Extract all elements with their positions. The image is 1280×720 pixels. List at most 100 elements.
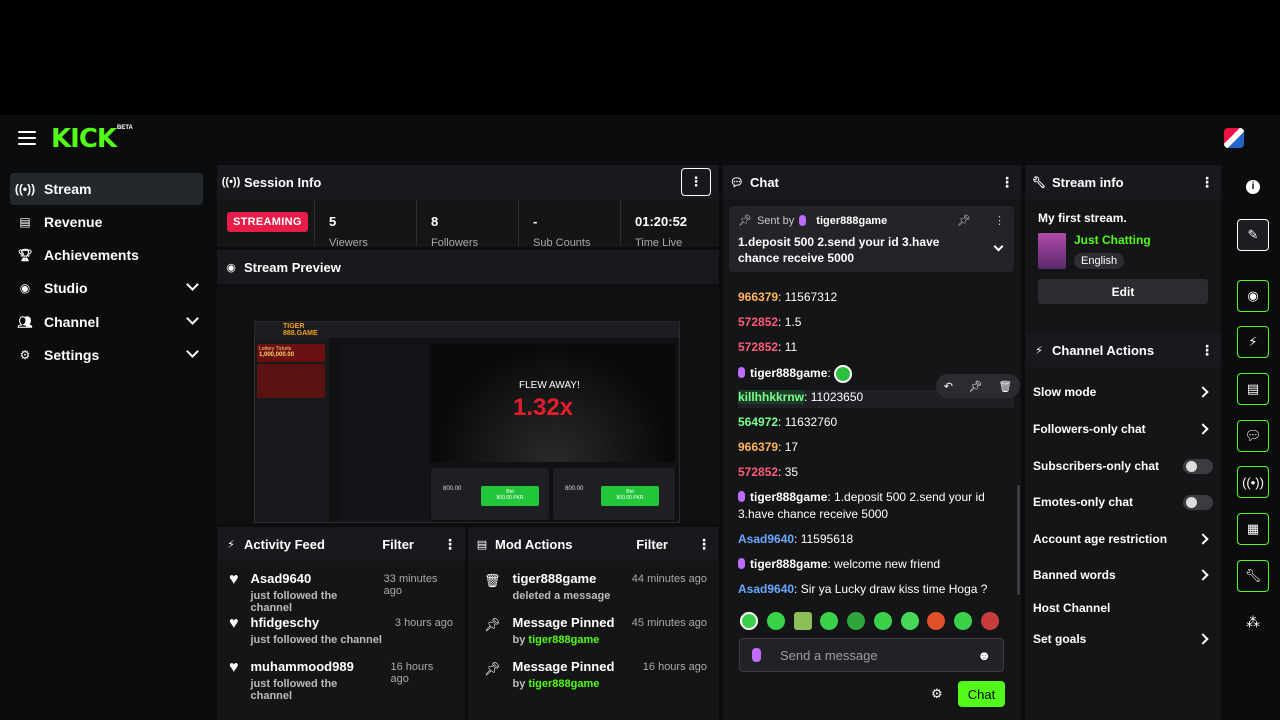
- edit-stream-button[interactable]: Edit: [1038, 279, 1208, 304]
- pin-icon[interactable]: 📌︎: [969, 380, 983, 393]
- stream-info-header: 🔧︎ Stream info ⋮: [1025, 165, 1221, 199]
- trash-icon[interactable]: 🗑︎: [998, 380, 1012, 393]
- filter-button[interactable]: Filter: [636, 537, 668, 552]
- mic-icon[interactable]: [752, 648, 761, 662]
- emote-icon[interactable]: [927, 612, 946, 630]
- emote-icon[interactable]: [900, 612, 919, 630]
- chat-scrollbar[interactable]: [1017, 485, 1020, 595]
- wrench-icon: 🔧︎: [1244, 568, 1262, 583]
- edit-pencil-button[interactable]: ✎: [1237, 219, 1269, 251]
- sidebar-item-settings[interactable]: ⚙ Settings: [10, 339, 203, 371]
- kebab-menu-icon[interactable]: ⋮: [443, 536, 457, 553]
- chevron-down-icon: [186, 278, 199, 291]
- kebab-menu-icon[interactable]: ⋮: [1200, 174, 1214, 191]
- language-tag: English: [1074, 253, 1125, 269]
- flew-away-label: FLEW AWAY!: [519, 380, 580, 391]
- pin-icon: 📌︎: [484, 661, 501, 676]
- undo-icon[interactable]: ↶: [944, 380, 953, 393]
- chat-settings-icon[interactable]: ⚙: [931, 686, 943, 702]
- emote-icon[interactable]: [740, 612, 758, 630]
- heart-icon: ♥: [229, 659, 239, 676]
- info-icon[interactable]: i: [1246, 180, 1260, 194]
- broadcast-rail-button[interactable]: ((•)): [1237, 466, 1269, 498]
- filter-button[interactable]: Filter: [382, 537, 414, 552]
- document-rail-button[interactable]: ▤: [1237, 373, 1269, 405]
- status-badge: STREAMING: [227, 212, 308, 232]
- bolt-icon: ⚡︎: [1035, 344, 1043, 357]
- camera-icon: ◉: [19, 281, 31, 295]
- chat-message: tiger888game: 1.deposit 500 2.send your …: [738, 490, 985, 504]
- emote-icon[interactable]: [766, 612, 785, 630]
- activity-feed-header: ⚡︎ Activity Feed Filter ⋮: [217, 527, 465, 561]
- session-menu-button[interactable]: ⋮: [681, 168, 711, 196]
- sidebar-item-revenue[interactable]: ▤ Revenue: [10, 206, 203, 238]
- apps-icon[interactable]: ⁂: [1246, 614, 1260, 631]
- chat-message: 572852: 1.5: [738, 315, 802, 329]
- chat-message-continued: 3.have chance receive 5000: [738, 507, 889, 521]
- emote-icon[interactable]: [873, 612, 892, 630]
- category-thumbnail[interactable]: [1038, 233, 1066, 269]
- camera-icon: ◉: [1247, 288, 1259, 303]
- emote-icon: [834, 365, 853, 383]
- wrench-rail-button[interactable]: 🔧︎: [1237, 560, 1269, 592]
- users-icon: 👥︎: [17, 315, 33, 329]
- bet-button-2[interactable]: Bet 800.00 PKR: [601, 486, 659, 506]
- emote-icon[interactable]: [980, 612, 999, 630]
- set-goals-row[interactable]: Set goals: [1033, 629, 1213, 649]
- kebab-menu-icon[interactable]: ⋮: [994, 214, 1005, 227]
- bet-button-1[interactable]: Bet 800.00 PKR: [481, 486, 539, 506]
- emote-icon[interactable]: [954, 612, 973, 630]
- gear-icon: ⚙: [19, 348, 31, 362]
- stream-preview-video[interactable]: TIGER 888.GAME Lottery Tickets 1,000,000…: [254, 321, 680, 523]
- chevron-down-icon[interactable]: [993, 241, 1004, 252]
- menu-icon[interactable]: [18, 131, 36, 145]
- stat-time-live: 01:20:52 Time Live: [620, 200, 719, 246]
- sidebar-item-channel[interactable]: 👥︎ Channel: [10, 306, 203, 338]
- layout-icon: ▦: [1246, 521, 1260, 536]
- panel-title: Mod Actions: [495, 536, 573, 552]
- session-info-header: ((•)) Session Info ⋮: [217, 165, 719, 199]
- emote-icon[interactable]: [820, 612, 839, 630]
- layout-rail-button[interactable]: ▦: [1237, 513, 1269, 545]
- host-channel-row[interactable]: Host Channel: [1033, 598, 1213, 618]
- sidebar-item-stream[interactable]: ((•)) Stream: [10, 173, 203, 205]
- followers-only-row[interactable]: Followers-only chat: [1033, 419, 1213, 439]
- chat-rail-button[interactable]: 💬︎: [1237, 420, 1269, 452]
- user-avatar[interactable]: [1224, 128, 1244, 148]
- emoji-icon[interactable]: ☻: [977, 648, 991, 663]
- bolt-rail-button[interactable]: ⚡︎: [1237, 326, 1269, 358]
- chevron-right-icon: [1197, 633, 1209, 645]
- pinned-message[interactable]: 📌︎ Sent by tiger888game 📌︎ ⋮ 1.deposit 5…: [729, 206, 1014, 272]
- panel-title: Session Info: [244, 174, 322, 190]
- sidebar-item-achievements[interactable]: 🏆︎ Achievements: [10, 239, 203, 271]
- emotes-only-toggle[interactable]: [1183, 494, 1213, 510]
- account-age-row[interactable]: Account age restriction: [1033, 529, 1213, 549]
- camera-rail-button[interactable]: ◉: [1237, 280, 1269, 312]
- panel-title: Channel Actions: [1052, 342, 1155, 358]
- bets-list: [339, 344, 429, 522]
- slow-mode-row[interactable]: Slow mode: [1033, 382, 1213, 402]
- subscribers-only-toggle[interactable]: [1183, 458, 1213, 474]
- sidebar-item-studio[interactable]: ◉ Studio: [10, 272, 203, 304]
- unpin-icon[interactable]: 📌︎: [957, 214, 971, 227]
- banned-words-row[interactable]: Banned words: [1033, 565, 1213, 585]
- broadcast-icon: ((•)): [1242, 474, 1264, 490]
- kebab-menu-icon[interactable]: ⋮: [697, 536, 711, 553]
- document-icon: ▤: [1246, 381, 1260, 396]
- kebab-menu-icon[interactable]: ⋮: [1000, 174, 1014, 191]
- chat-input[interactable]: Send a message ☻: [739, 638, 1004, 672]
- emote-icon[interactable]: [847, 612, 866, 630]
- send-chat-button[interactable]: Chat: [958, 681, 1005, 707]
- category-link[interactable]: Just Chatting: [1074, 233, 1151, 247]
- emote-icon[interactable]: [793, 612, 812, 630]
- sidebar-item-label: Achievements: [44, 247, 139, 263]
- mod-actions-header: ▤ Mod Actions Filter ⋮: [468, 527, 719, 561]
- mod-actions-panel: ▤ Mod Actions Filter ⋮ 🗑︎ tiger888game de…: [468, 527, 719, 720]
- kebab-menu-icon[interactable]: ⋮: [1200, 342, 1214, 359]
- list-item: ♥ hfidgeschy just followed the channel 3 …: [229, 615, 453, 646]
- emote-bar: [740, 612, 1005, 630]
- bolt-icon: ⚡︎: [1248, 334, 1258, 349]
- document-icon: ▤: [476, 538, 488, 551]
- camera-icon: ◉: [226, 261, 236, 274]
- kick-logo[interactable]: KICK: [51, 124, 117, 154]
